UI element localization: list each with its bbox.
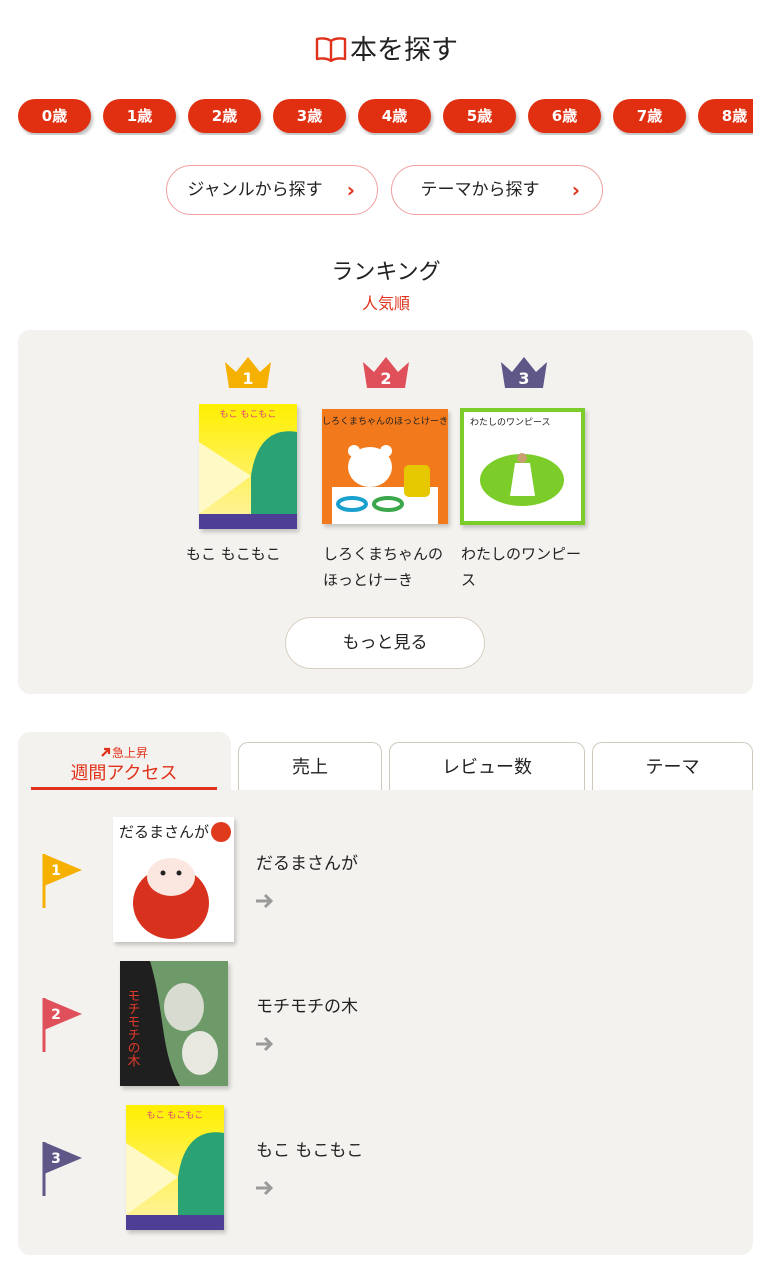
book-cover-daruma[interactable]: だるまさんが [113, 817, 234, 942]
rank-flag-icon: 2 [42, 998, 82, 1052]
book-cover-moko-list[interactable]: もこ もこもこ [126, 1105, 224, 1230]
svg-text:わたしのワンピース: わたしのワンピース [470, 417, 551, 428]
theme-search-button[interactable]: テーマから探す › [391, 165, 603, 215]
book-cover-moko[interactable]: もこ もこもこ [199, 404, 297, 529]
age-button-8[interactable]: 8歳 [698, 99, 753, 133]
book-title-2[interactable]: しろくまちゃんのほっとけーき [323, 541, 449, 593]
book-cover-wanpisu[interactable]: わたしのワンピース [460, 408, 585, 525]
page-title: 本を探す [0, 28, 772, 69]
arrow-right-icon[interactable] [254, 1034, 274, 1054]
book-cover-mochimochi[interactable]: モチモチの木 [120, 961, 228, 1086]
tab-review-count[interactable]: レビュー数 [389, 742, 585, 790]
list-title-1[interactable]: だるまさんが [256, 849, 358, 874]
crown-red-icon: 2 [363, 357, 409, 388]
page-title-text: 本を探す [350, 35, 458, 66]
age-button-5[interactable]: 5歳 [443, 99, 516, 133]
tab-sales[interactable]: 売上 [238, 742, 382, 790]
flag-rank-2: 2 [51, 1007, 61, 1023]
trend-up-arrow-icon [101, 747, 111, 757]
age-button-0[interactable]: 0歳 [18, 99, 91, 133]
svg-text:だるまさんが: だるまさんが [119, 823, 209, 841]
crown-purple-icon: 3 [501, 357, 547, 388]
list-title-3[interactable]: もこ もこもこ [256, 1136, 363, 1161]
svg-text:もこ もこもこ: もこ もこもこ [220, 409, 277, 420]
chevron-right-icon: › [346, 178, 355, 202]
age-button-3[interactable]: 3歳 [273, 99, 346, 133]
crown-rank-3: 3 [518, 369, 529, 388]
tab-theme[interactable]: テーマ [592, 742, 753, 790]
chevron-right-icon: › [571, 178, 580, 202]
svg-text:もこ もこもこ: もこ もこもこ [147, 1110, 204, 1121]
age-button-6[interactable]: 6歳 [528, 99, 601, 133]
ranking-sort-label: 人気順 [361, 294, 410, 313]
svg-text:しろくまちゃんのほっとけーき: しろくまちゃんのほっとけーき [322, 416, 448, 427]
flag-rank-3: 3 [51, 1151, 61, 1167]
rank-flag-icon: 1 [42, 854, 82, 908]
arrow-right-icon[interactable] [254, 891, 274, 911]
age-button-7[interactable]: 7歳 [613, 99, 686, 133]
rank-flag-icon: 3 [42, 1142, 82, 1196]
book-cover-shirokuma[interactable]: しろくまちゃんのほっとけーき [322, 409, 448, 524]
flag-rank-1: 1 [51, 863, 61, 879]
age-button-4[interactable]: 4歳 [358, 99, 431, 133]
tab-weekly-access-label: 週間アクセス [70, 763, 178, 784]
genre-search-label: ジャンルから探す [187, 180, 323, 200]
theme-search-label: テーマから探す [420, 180, 540, 200]
crown-rank-1: 1 [242, 369, 253, 388]
age-button-1[interactable]: 1歳 [103, 99, 176, 133]
age-filter-row: 0歳 1歳 2歳 3歳 4歳 5歳 6歳 7歳 8歳 [18, 99, 753, 135]
crown-rank-2: 2 [380, 369, 391, 388]
see-more-button[interactable]: もっと見る [285, 617, 485, 669]
open-book-icon [314, 36, 348, 69]
genre-search-button[interactable]: ジャンルから探す › [166, 165, 378, 215]
age-button-2[interactable]: 2歳 [188, 99, 261, 133]
crown-gold-icon: 1 [225, 357, 271, 388]
book-title-1[interactable]: もこ もこもこ [186, 541, 312, 567]
book-title-3[interactable]: わたしのワンピース [461, 541, 587, 593]
list-title-2[interactable]: モチモチの木 [256, 992, 358, 1017]
arrow-right-icon[interactable] [254, 1178, 274, 1198]
svg-text:モチモチの木: モチモチの木 [125, 989, 141, 1067]
ranking-heading: ランキング [331, 260, 441, 285]
